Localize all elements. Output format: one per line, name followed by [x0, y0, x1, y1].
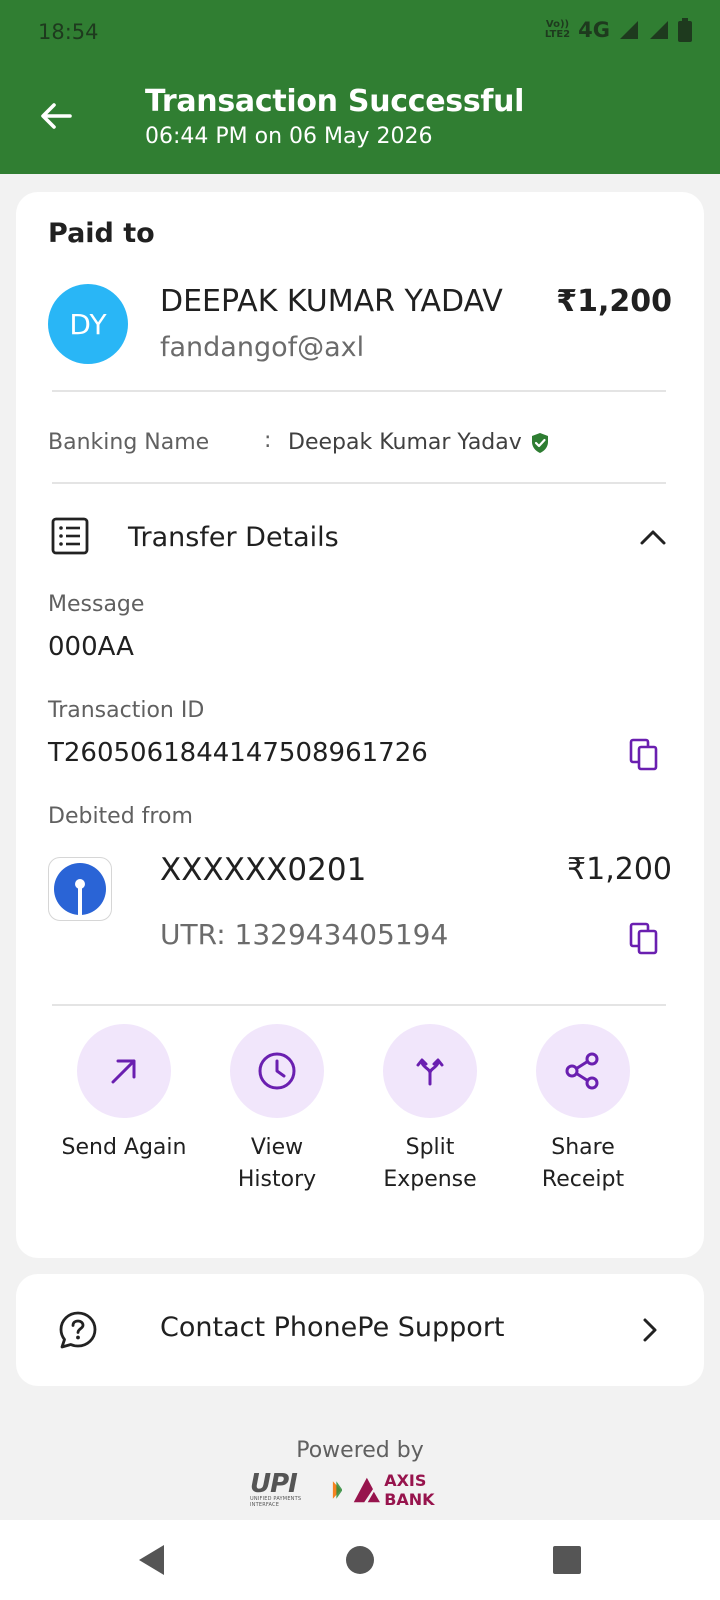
paid-amount: ₹1,200: [556, 284, 672, 319]
view-history-button[interactable]: View History: [202, 1024, 352, 1196]
nav-back-icon[interactable]: [133, 1540, 173, 1580]
banking-name-separator: :: [264, 428, 272, 453]
chevron-up-icon[interactable]: [638, 522, 668, 552]
nav-recents-icon[interactable]: [547, 1540, 587, 1580]
page-title: Transaction Successful: [145, 84, 525, 119]
banking-name-value: Deepak Kumar Yadav: [288, 430, 550, 455]
partner-logos: UPI UNIFIED PAYMENTS INTERFACE AXIS BANK: [250, 1469, 470, 1509]
paid-to-label: Paid to: [48, 218, 155, 249]
message-value: 000AA: [48, 632, 134, 662]
axis-bank-text: AXIS BANK: [384, 1471, 435, 1509]
network-type: 4G: [578, 18, 610, 42]
utr-number: UTR: 132943405194: [160, 918, 449, 951]
share-receipt-label: Share Receipt: [541, 1135, 625, 1192]
transaction-id-label: Transaction ID: [48, 698, 205, 723]
share-receipt-circle[interactable]: [536, 1024, 630, 1118]
share-receipt-button[interactable]: Share Receipt: [508, 1024, 658, 1196]
banking-name-label: Banking Name: [48, 430, 210, 455]
receipt-list-icon: [51, 517, 89, 555]
avatar: DY: [48, 284, 128, 364]
split-expense-label: Split Expense: [383, 1135, 477, 1192]
debited-amount: ₹1,200: [567, 852, 672, 887]
debited-account-number: XXXXXX0201: [160, 852, 367, 888]
upi-logo-text: UPI: [250, 1469, 298, 1499]
message-label: Message: [48, 592, 145, 617]
payee-upi-id: fandangof@axl: [160, 332, 365, 363]
contact-support-label: Contact PhonePe Support: [160, 1312, 505, 1343]
chevron-right-icon: [643, 1318, 657, 1342]
header-bar: 18:54 Vo)) LTE2 4G Transaction Successful…: [0, 0, 720, 174]
arrow-up-right-icon: [111, 1059, 136, 1084]
split-icon: [416, 1058, 444, 1086]
copy-icon[interactable]: [628, 922, 660, 956]
battery-icon: [678, 18, 692, 42]
banking-name: Deepak Kumar Yadav: [288, 430, 522, 455]
view-history-label: View History: [237, 1135, 317, 1192]
split-expense-button[interactable]: Split Expense: [355, 1024, 505, 1196]
transaction-datetime: 06:44 PM on 06 May 2026: [145, 124, 433, 149]
upi-logo: UPI UNIFIED PAYMENTS INTERFACE: [250, 1469, 322, 1508]
payee-name: DEEPAK KUMAR YADAV: [160, 284, 503, 319]
signal-icon-2: [650, 21, 668, 39]
bank-logo: [48, 857, 112, 921]
divider: [52, 390, 666, 392]
status-time: 18:54: [38, 20, 99, 44]
axis-bank-icon: [354, 1477, 381, 1503]
system-navigation-bar: [0, 1520, 720, 1600]
share-icon: [565, 1052, 599, 1090]
nav-home-icon[interactable]: [340, 1540, 380, 1580]
sbi-logo-icon: [54, 863, 106, 916]
upi-arrow-icon: [332, 1481, 343, 1499]
send-again-label: Send Again: [61, 1135, 187, 1160]
transaction-card: Paid to DY DEEPAK KUMAR YADAV ₹1,200 fan…: [16, 192, 704, 1258]
divider: [52, 1004, 666, 1006]
signal-icon: [620, 21, 638, 39]
split-expense-circle[interactable]: [383, 1024, 477, 1118]
copy-icon[interactable]: [628, 738, 660, 772]
help-chat-icon: [59, 1311, 97, 1349]
upi-logo-subtext: UNIFIED PAYMENTS INTERFACE: [250, 1496, 302, 1508]
support-row[interactable]: Contact PhonePe Support: [16, 1274, 704, 1386]
powered-by-label: Powered by: [296, 1438, 424, 1463]
clock-icon: [258, 1052, 296, 1090]
transfer-details-title[interactable]: Transfer Details: [128, 522, 339, 553]
quick-actions: Send Again View History Split Expense Sh…: [16, 1024, 704, 1204]
volte-icon: Vo)) LTE2: [544, 19, 571, 40]
status-icons: Vo)) LTE2 4G: [545, 18, 692, 42]
debited-from-label: Debited from: [48, 804, 193, 829]
axis-bank-logo: AXIS BANK: [352, 1471, 470, 1509]
send-again-circle[interactable]: [77, 1024, 171, 1118]
transaction-id-value: T2605061844147508961726: [48, 738, 428, 768]
view-history-circle[interactable]: [230, 1024, 324, 1118]
divider: [52, 482, 666, 484]
back-arrow-icon[interactable]: [36, 96, 76, 136]
verified-shield-icon: [531, 432, 548, 453]
send-again-button[interactable]: Send Again: [49, 1024, 199, 1164]
